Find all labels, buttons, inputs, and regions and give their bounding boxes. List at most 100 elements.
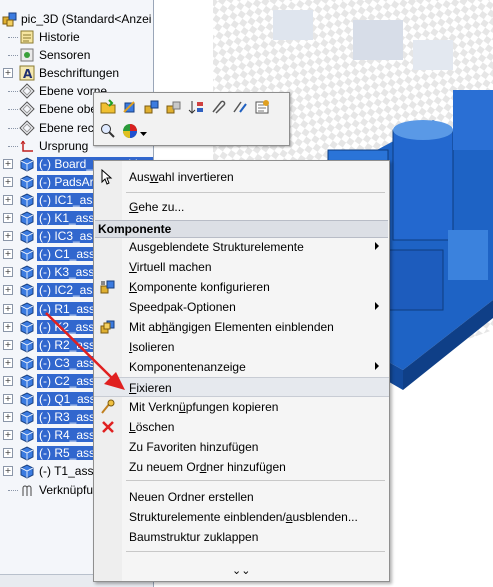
sort-icon[interactable] — [188, 99, 204, 115]
tree-item[interactable]: Historie — [0, 28, 153, 46]
expand-toggle-icon[interactable]: + — [3, 303, 13, 314]
menu-item-löschen[interactable]: Löschen — [94, 417, 389, 437]
label-post: ehe zu... — [138, 200, 185, 214]
edit-assembly-icon[interactable] — [144, 99, 160, 115]
expand-toggle-icon[interactable]: + — [3, 375, 13, 386]
menu-item-fixieren[interactable]: Fixieren — [94, 377, 389, 397]
menu-item-label: Strukturelemente einblenden/ausblenden..… — [129, 510, 358, 524]
tree-item-label: (-) PadsAr — [37, 174, 96, 189]
menu-item-mit-abhängigen-elementen-einblenden[interactable]: Mit abhängigen Elementen einblenden — [94, 317, 389, 337]
expand-toggle-icon[interactable]: + — [3, 267, 13, 278]
component-icon — [19, 355, 35, 371]
label-post: irtuell machen — [136, 260, 212, 274]
expand-toggle-icon[interactable]: + — [3, 357, 13, 368]
menu-item-baumstruktur-zuklappen[interactable]: Baumstruktur zuklappen — [94, 527, 389, 547]
label-pre: Zu neuem Or — [129, 460, 200, 474]
menu-item-zu-neuem-ordner-hinzufügen[interactable]: Zu neuem Ordner hinzufügen — [94, 457, 389, 477]
menu-item-neuen-ordner-erstellen[interactable]: Neuen Ordner erstellen — [94, 487, 389, 507]
menu-item-invert-selection[interactable]: Auswahl invertieren — [94, 167, 389, 187]
tree-item-label: Sensoren — [39, 48, 91, 63]
expand-toggle-icon[interactable]: + — [3, 321, 13, 332]
menu-item-mit-verknüpfungen-kopieren[interactable]: Mit Verknüpfungen kopieren — [94, 397, 389, 417]
tree-root-label: pic_3D (Standard<Anzei — [21, 12, 152, 26]
label-pre: Ausgeblendete Strukturelemente — [129, 240, 304, 254]
menu-item-isolieren[interactable]: Isolieren — [94, 337, 389, 357]
menu-item-label: Zu Favoriten hinzufügen — [129, 440, 258, 454]
open-part-icon[interactable] — [100, 99, 116, 115]
tree-item-label: Historie — [39, 30, 80, 44]
component-icon — [19, 319, 35, 335]
tree-item-label: (-) Q1_ass — [37, 392, 98, 406]
menu-item-komponente-konfigurieren[interactable]: Komponente konfigurieren — [94, 277, 389, 297]
component-icon — [19, 192, 35, 208]
label-pre: Zu Favoriten hinzufügen — [129, 440, 259, 454]
menu-item-zu-favoriten-hinzufügen[interactable]: Zu Favoriten hinzufügen — [94, 437, 389, 457]
component-icon — [19, 391, 35, 407]
expand-toggle-icon[interactable]: + — [3, 466, 13, 477]
expand-toggle-icon[interactable]: + — [3, 339, 13, 350]
submenu-arrow-icon — [375, 302, 379, 310]
menu-separator — [126, 551, 385, 552]
menu-item-label: Speedpak-Optionen — [129, 300, 236, 314]
appearance-icon[interactable] — [122, 123, 138, 139]
component-icon — [19, 174, 35, 190]
origin-icon — [19, 138, 35, 154]
label-accel: ü — [179, 400, 186, 414]
expand-toggle-icon[interactable]: + — [3, 412, 13, 423]
label-pre: Speedpak-Optionen — [129, 300, 236, 314]
plane-icon — [19, 119, 35, 136]
expand-toggle-icon[interactable]: + — [3, 68, 13, 79]
expand-menu-chevron-icon[interactable]: ⌄⌄ — [232, 564, 250, 577]
component-icon — [19, 373, 35, 389]
plane-icon — [19, 83, 35, 100]
submenu-arrow-icon — [375, 362, 379, 370]
menu-item-speedpak-optionen[interactable]: Speedpak-Optionen — [94, 297, 389, 317]
tree-item-label: (-) C3_ass — [37, 355, 98, 370]
component-icon — [19, 409, 35, 425]
mate-icon[interactable] — [210, 99, 226, 115]
menu-item-komponentenanzeige[interactable]: Komponentenanzeige — [94, 357, 389, 377]
expand-toggle-icon[interactable]: + — [3, 249, 13, 260]
expand-toggle-icon[interactable]: + — [3, 448, 13, 459]
expand-toggle-icon[interactable]: + — [3, 394, 13, 404]
tree-root[interactable]: pic_3D (Standard<Anzei — [0, 10, 153, 28]
edit-part-icon[interactable] — [122, 99, 138, 115]
properties-icon[interactable] — [254, 99, 270, 115]
appearance-dropdown-icon[interactable] — [140, 127, 148, 136]
plane-icon — [19, 101, 35, 118]
tree-connector — [8, 55, 18, 57]
component-icon — [19, 246, 35, 262]
copy-with-mates-icon — [100, 399, 116, 415]
expand-toggle-icon[interactable]: + — [3, 158, 13, 169]
expand-toggle-icon[interactable]: + — [3, 213, 13, 223]
expand-toggle-icon[interactable]: + — [3, 231, 13, 242]
tree-item[interactable]: Sensoren — [0, 46, 153, 64]
mates-icon — [19, 482, 35, 498]
menu-item-strukturelemente-einblenden-ausblenden[interactable]: Strukturelemente einblenden/ausblenden..… — [94, 507, 389, 527]
menu-item-ausgeblendete-strukturelemente[interactable]: Ausgeblendete Strukturelemente — [94, 237, 389, 257]
tree-item-label: (-) K2_ass — [37, 319, 97, 334]
label-pre: Strukturelemente einblenden/ — [129, 510, 286, 524]
tree-item-label: (-) R4_ass — [37, 428, 98, 443]
component-icon — [19, 337, 35, 353]
tree-item-label: (-) R5_ass — [37, 446, 98, 461]
submenu-arrow-icon — [375, 242, 379, 250]
cursor-icon — [100, 168, 116, 185]
label-accel: K — [129, 280, 138, 294]
label-accel: V — [129, 260, 137, 274]
smart-mate-icon[interactable] — [232, 99, 248, 115]
tree-item-label: Beschriftungen — [39, 66, 120, 81]
menu-item-virtuell-machen[interactable]: Virtuell machen — [94, 257, 389, 277]
expand-toggle-icon[interactable]: + — [3, 176, 13, 187]
tree-item-label: (-) K3_ass — [37, 265, 97, 280]
expand-toggle-icon[interactable]: + — [3, 285, 13, 296]
hide-components-icon[interactable] — [166, 99, 182, 115]
label-pre: Neuen Ordner erstellen — [129, 490, 254, 504]
delete-icon — [100, 419, 116, 435]
tree-item-label: (-) T1_ass — [39, 464, 94, 479]
zoom-to-selection-icon[interactable] — [100, 123, 116, 139]
expand-toggle-icon[interactable]: + — [3, 194, 13, 205]
tree-item[interactable]: + A Beschriftungen — [0, 64, 153, 82]
expand-toggle-icon[interactable]: + — [3, 430, 13, 441]
menu-item-goto[interactable]: Gehe zu... — [94, 197, 389, 217]
